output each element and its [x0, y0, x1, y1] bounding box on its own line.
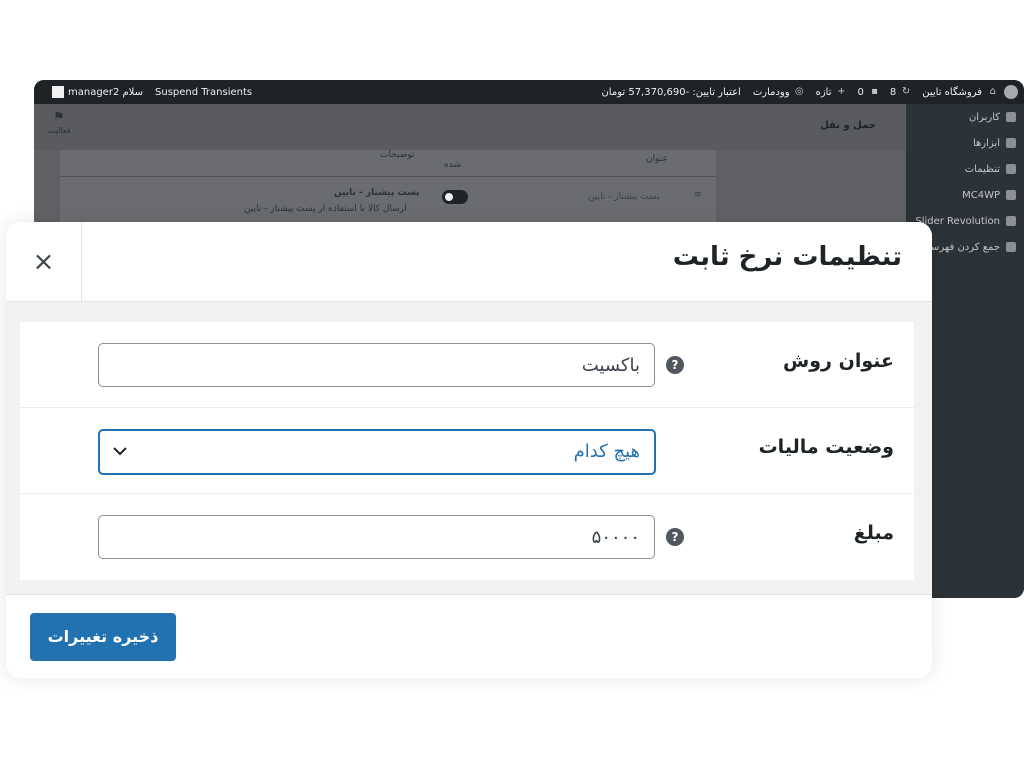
settings-icon — [1006, 164, 1016, 174]
cost-row: مبلغ ? — [20, 494, 914, 580]
cost-input[interactable] — [98, 515, 655, 559]
wordpress-logo-icon[interactable] — [1004, 85, 1018, 99]
save-changes-button[interactable]: ذخیره تغییرات — [30, 613, 176, 661]
tax-status-value: هیچ کدام — [573, 441, 640, 462]
method-enabled-toggle[interactable] — [442, 190, 468, 204]
flag-icon: ⚑ — [53, 110, 65, 125]
tax-status-label: وضعیت مالیات — [758, 436, 894, 458]
plus-icon: + — [837, 86, 846, 97]
sidebar-item-mc4wp[interactable]: MC4WP — [906, 182, 1024, 208]
home-icon: ⌂ — [989, 86, 996, 97]
woodmart-icon: ◎ — [794, 86, 804, 97]
section-title: حمل و نقل — [820, 120, 876, 131]
method-title-label: عنوان روش — [783, 350, 894, 372]
modal-body: عنوان روش ? وضعیت مالیات هیچ کدام مبلغ ? — [6, 302, 932, 594]
slider-icon — [1006, 216, 1016, 226]
avatar — [52, 86, 64, 98]
modal-title: تنظیمات نرخ ثابت — [672, 242, 902, 272]
user-greeting[interactable]: سلام manager2 — [52, 86, 143, 98]
sidebar-item-settings[interactable]: تنظیمات — [906, 156, 1024, 182]
collapse-icon — [1006, 242, 1016, 252]
comment-icon: ▪ — [871, 86, 878, 97]
help-icon[interactable]: ? — [666, 356, 684, 374]
close-icon: × — [32, 247, 55, 277]
help-icon[interactable]: ? — [666, 528, 684, 546]
mc4wp-icon — [1006, 190, 1016, 200]
sidebar-item-users[interactable]: کاربران — [906, 104, 1024, 130]
site-name-link[interactable]: ⌂ فروشگاه تایین — [922, 87, 996, 98]
flat-rate-settings-modal: × تنظیمات نرخ ثابت عنوان روش ? وضعیت مال… — [6, 222, 932, 678]
modal-header: × تنظیمات نرخ ثابت — [6, 222, 932, 302]
modal-footer: ذخیره تغییرات — [6, 594, 932, 678]
page-header-strip — [34, 104, 906, 150]
wrench-icon — [1006, 138, 1016, 148]
tax-status-row: وضعیت مالیات هیچ کدام — [20, 408, 914, 494]
row-method-title: پست پیشتاز - تایین — [334, 188, 420, 198]
new-content-link[interactable]: + تازه — [816, 87, 846, 98]
table-header-description: توضیحات — [380, 150, 415, 160]
drag-handle-icon[interactable]: ≡ — [694, 190, 702, 200]
method-title-row: عنوان روش ? — [20, 322, 914, 408]
row-method-name[interactable]: پست پیشتاز - تایین — [588, 192, 660, 202]
row-method-description: ارسال کالا با استفاده از پست پیشتاز - تا… — [244, 204, 407, 214]
users-icon — [1006, 112, 1016, 122]
tax-status-select[interactable]: هیچ کدام — [98, 429, 656, 475]
updates-icon: ↻ — [901, 86, 911, 97]
table-header-enabled: شده — [444, 160, 461, 170]
table-divider — [60, 176, 716, 177]
activity-button[interactable]: ⚑ فعالیت — [42, 110, 76, 135]
comments-link[interactable]: ▪ 0 — [858, 87, 878, 98]
chevron-down-icon — [112, 439, 128, 463]
credit-text: اعتبار تایین: -57,370,690 تومان — [601, 86, 741, 98]
method-title-input[interactable] — [98, 343, 655, 387]
admin-bar: ⌂ فروشگاه تایین ↻ 8 ▪ 0 + تازه ◎ وودمارت اعتب… — [34, 80, 1024, 104]
suspend-transients-link[interactable]: Suspend Transients — [155, 87, 252, 98]
updates-link[interactable]: ↻ 8 — [890, 87, 910, 98]
table-header-title: عنوان — [646, 154, 668, 164]
cost-label: مبلغ — [853, 522, 894, 544]
settings-form: عنوان روش ? وضعیت مالیات هیچ کدام مبلغ ? — [20, 322, 914, 580]
woodmart-link[interactable]: ◎ وودمارت — [753, 87, 804, 98]
close-button[interactable]: × — [6, 222, 82, 302]
sidebar-item-tools[interactable]: ابزارها — [906, 130, 1024, 156]
